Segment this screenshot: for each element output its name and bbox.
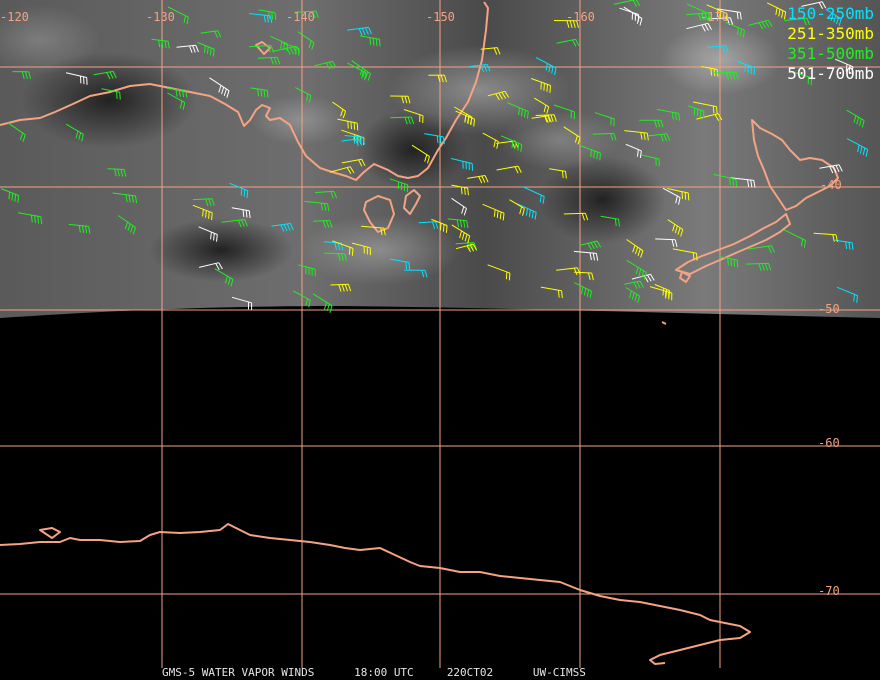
lat-label: -40 bbox=[820, 178, 842, 192]
lat-label: -70 bbox=[818, 584, 840, 598]
caption-satellite: GMS-5 WATER VAPOR WINDS bbox=[162, 666, 315, 679]
lon-label: -150 bbox=[426, 10, 455, 24]
lat-label: -60 bbox=[818, 436, 840, 450]
lon-label: -160 bbox=[566, 10, 595, 24]
satellite-wind-map: -120 -130 -140 -150 -160 -170 -40 -50 -6… bbox=[0, 0, 880, 680]
legend-entry-251-350: 251-350mb bbox=[787, 24, 874, 43]
lat-label: -50 bbox=[818, 302, 840, 316]
caption-source: UW-CIMSS bbox=[532, 666, 586, 679]
lon-label: -130 bbox=[146, 10, 175, 24]
caption-date: 220CT02 bbox=[446, 666, 494, 679]
lon-label: -120 bbox=[0, 10, 29, 24]
image-caption: GMS-5 WATER VAPOR WINDS 18:00 UTC 220CT0… bbox=[162, 666, 586, 679]
map-canvas bbox=[0, 0, 880, 668]
lon-label: -140 bbox=[286, 10, 315, 24]
lon-label: -170 bbox=[700, 10, 729, 24]
legend-entry-351-500: 351-500mb bbox=[787, 44, 874, 63]
pressure-legend: 150-250mb 251-350mb 351-500mb 501-700mb bbox=[787, 4, 874, 84]
legend-entry-501-700: 501-700mb bbox=[787, 64, 874, 83]
legend-entry-150-250: 150-250mb bbox=[787, 4, 874, 23]
caption-time: 18:00 UTC bbox=[354, 666, 414, 679]
